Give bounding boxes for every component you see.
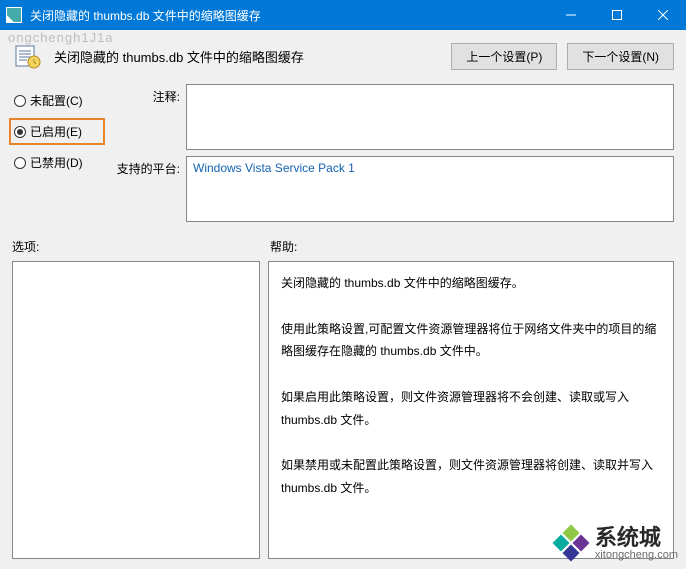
watermark-text: 系统城 xitongcheng.com	[595, 527, 678, 561]
titlebar: 关闭隐藏的 thumbs.db 文件中的缩略图缓存	[0, 0, 686, 30]
radio-label: 已启用(E)	[30, 123, 82, 140]
radio-icon	[14, 95, 26, 107]
platform-textbox: Windows Vista Service Pack 1	[186, 156, 674, 222]
prev-setting-button[interactable]: 上一个设置(P)	[451, 43, 557, 70]
options-label: 选项:	[12, 238, 260, 255]
content-area: 关闭隐藏的 thumbs.db 文件中的缩略图缓存 上一个设置(P) 下一个设置…	[0, 30, 686, 569]
lower-labels: 选项: 帮助:	[12, 238, 674, 255]
radio-label: 未配置(C)	[30, 92, 83, 109]
policy-title: 关闭隐藏的 thumbs.db 文件中的缩略图缓存	[54, 47, 441, 66]
radio-enabled[interactable]: 已启用(E)	[12, 121, 102, 142]
radio-column: 未配置(C) 已启用(E) 已禁用(D)	[12, 84, 102, 222]
comment-row: 注释:	[110, 84, 674, 150]
ghost-watermark-text: ongchengh1J1a	[8, 30, 114, 45]
minimize-button[interactable]	[548, 0, 594, 30]
help-label: 帮助:	[270, 238, 297, 255]
fields-column: 注释: 支持的平台: Windows Vista Service Pack 1	[110, 84, 674, 222]
comment-label: 注释:	[110, 84, 180, 105]
next-setting-button[interactable]: 下一个设置(N)	[567, 43, 674, 70]
watermark-logo-icon	[555, 527, 589, 561]
options-panel[interactable]	[12, 261, 260, 559]
lower-row: 关闭隐藏的 thumbs.db 文件中的缩略图缓存。 使用此策略设置,可配置文件…	[12, 261, 674, 559]
radio-disabled[interactable]: 已禁用(D)	[12, 152, 102, 173]
close-button[interactable]	[640, 0, 686, 30]
radio-label: 已禁用(D)	[30, 154, 83, 171]
watermark: 系统城 xitongcheng.com	[555, 527, 678, 561]
radio-icon	[14, 157, 26, 169]
radio-not-configured[interactable]: 未配置(C)	[12, 90, 102, 111]
radio-icon	[14, 126, 26, 138]
platform-label: 支持的平台:	[110, 156, 180, 177]
comment-textbox[interactable]	[186, 84, 674, 150]
maximize-button[interactable]	[594, 0, 640, 30]
policy-icon-small	[6, 7, 22, 23]
platform-row: 支持的平台: Windows Vista Service Pack 1	[110, 156, 674, 222]
watermark-url: xitongcheng.com	[595, 549, 678, 561]
window-title: 关闭隐藏的 thumbs.db 文件中的缩略图缓存	[28, 7, 548, 24]
help-panel: 关闭隐藏的 thumbs.db 文件中的缩略图缓存。 使用此策略设置,可配置文件…	[268, 261, 674, 559]
main-row: 未配置(C) 已启用(E) 已禁用(D) 注释: 支持的平台: Windows …	[12, 84, 674, 222]
watermark-brand: 系统城	[595, 527, 678, 549]
